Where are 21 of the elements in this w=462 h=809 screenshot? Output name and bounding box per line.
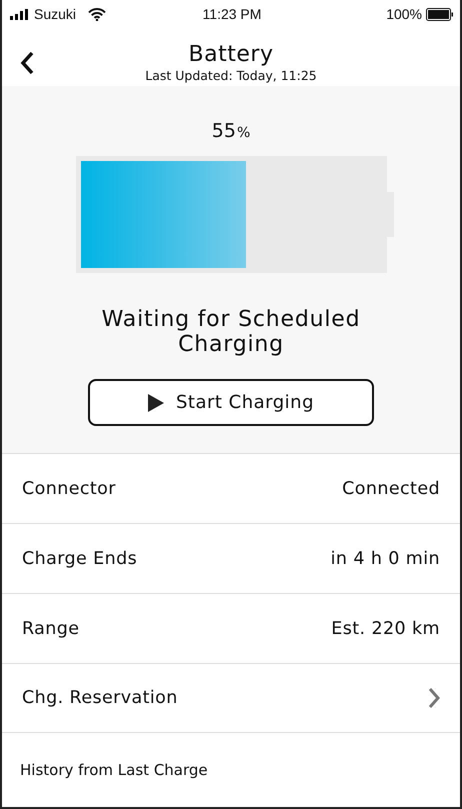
last-updated-text: Last Updated: Today, 11:25 (145, 68, 317, 84)
battery-percentage: 100% (386, 6, 422, 22)
clock-time: 11:23 PM (202, 6, 262, 22)
battery-icon (426, 8, 454, 20)
history-heading: History from Last Charge (20, 761, 208, 779)
row-value: Connected (342, 478, 440, 498)
charging-status-text: Waiting for Scheduled Charging (100, 307, 362, 357)
start-charging-button[interactable]: Start Charging (88, 379, 374, 426)
row-label: Range (22, 618, 80, 638)
row-label: Connector (22, 478, 116, 498)
signal-icon (10, 8, 30, 20)
page-title: Battery (188, 42, 274, 68)
carrier-name: Suzuki (34, 6, 76, 22)
wifi-icon (88, 8, 106, 20)
play-icon (148, 394, 164, 412)
row-label: Charge Ends (22, 548, 138, 568)
row-value: Est. 220 km (331, 618, 440, 638)
charge-percentage: 55 (212, 120, 236, 142)
chevron-right-icon (428, 687, 440, 709)
percent-unit: % (236, 125, 250, 141)
row-value: in 4 h 0 min (330, 548, 440, 568)
